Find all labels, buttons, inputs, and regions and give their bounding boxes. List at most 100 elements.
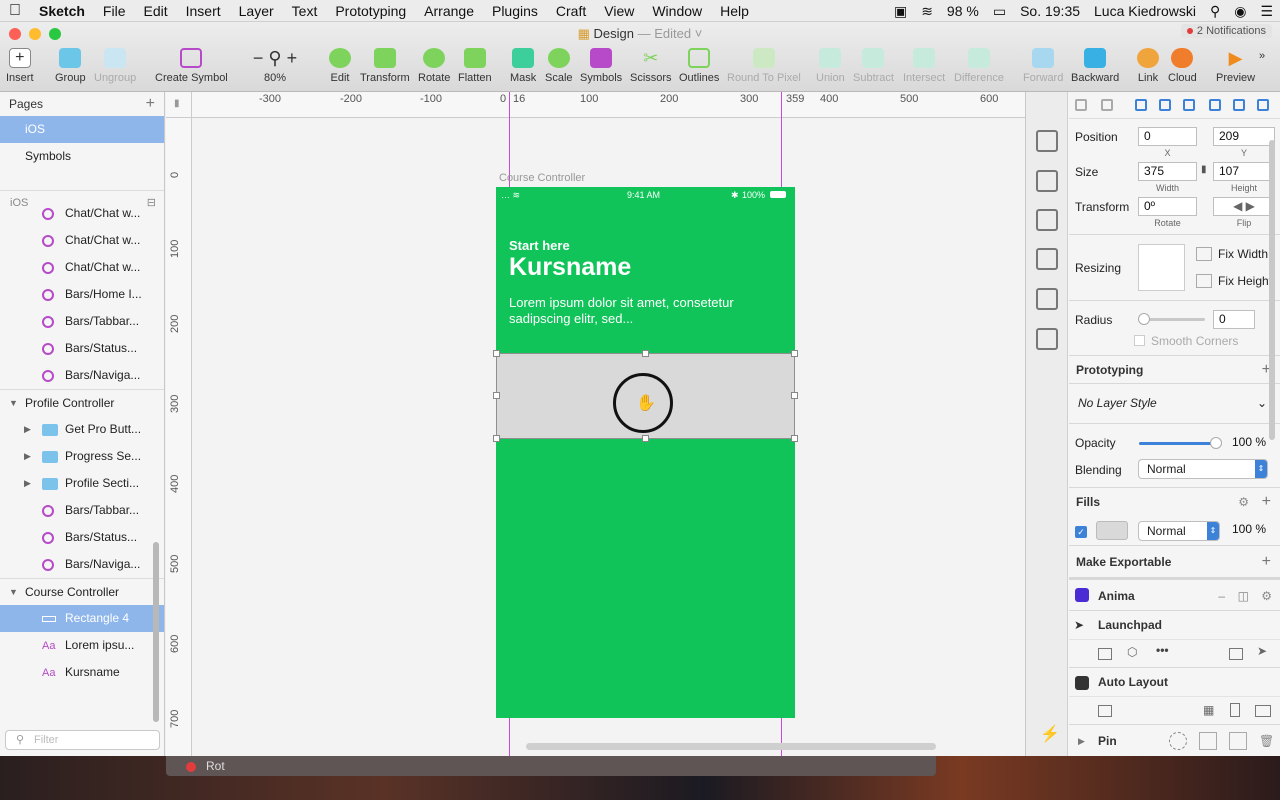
layer-item[interactable]: ▶ Get Pro Butt...: [0, 416, 164, 443]
resize-handle-br[interactable]: [791, 435, 798, 442]
pen-icon[interactable]: [1036, 288, 1058, 310]
lock-icon[interactable]: ▮: [174, 98, 180, 109]
layer-artboard[interactable]: ▼ Course Controller: [0, 578, 164, 605]
battery-icon[interactable]: ▭: [986, 3, 1013, 20]
align-middle-icon[interactable]: [1233, 99, 1245, 111]
share-icon[interactable]: [1036, 130, 1058, 152]
menu-window[interactable]: Window: [643, 3, 711, 19]
layer-item[interactable]: Aa Kursname: [0, 659, 164, 686]
resize-handle-tc[interactable]: [642, 350, 649, 357]
flip-buttons[interactable]: ◀ ▶: [1213, 197, 1275, 216]
inspector-scrollbar[interactable]: [1269, 140, 1275, 440]
siri-icon[interactable]: ◉: [1227, 3, 1253, 20]
cloud-button[interactable]: Cloud: [1168, 46, 1197, 84]
make-exportable-header[interactable]: Make Exportable +: [1069, 545, 1280, 577]
layer-artboard[interactable]: ▼ Profile Controller: [0, 389, 164, 416]
scissors-button[interactable]: ✂ Scissors: [630, 46, 672, 84]
width-input[interactable]: 375: [1138, 162, 1197, 181]
align-center-icon[interactable]: [1159, 99, 1171, 111]
outlines-button[interactable]: Outlines: [679, 46, 719, 84]
pin-horizontal-icon[interactable]: [1229, 732, 1247, 750]
radius-input[interactable]: 0: [1213, 310, 1255, 329]
menu-text[interactable]: Text: [283, 3, 327, 19]
launchpad-rocket-icon[interactable]: ➤: [1257, 644, 1267, 658]
notifications-badge[interactable]: 2 Notifications: [1180, 24, 1272, 38]
image-icon[interactable]: [1036, 328, 1058, 350]
horizontal-scrollbar[interactable]: [526, 743, 936, 750]
blending-select[interactable]: Normal ⇕: [1138, 459, 1268, 479]
menu-app-name[interactable]: Sketch: [30, 3, 94, 19]
menu-edit[interactable]: Edit: [134, 3, 176, 19]
fill-blend-select[interactable]: Normal ⇕: [1138, 521, 1220, 541]
stack-icon[interactable]: [1036, 170, 1058, 192]
layer-item[interactable]: ▶ Profile Secti...: [0, 470, 164, 497]
fix-height-icon[interactable]: [1196, 274, 1212, 288]
layer-scrollbar[interactable]: [153, 542, 159, 722]
backward-button[interactable]: Backward: [1071, 46, 1119, 84]
layer-item[interactable]: Chat/Chat w...: [0, 227, 164, 254]
lightning-icon[interactable]: ⚡: [1040, 724, 1060, 744]
fill-opacity-input[interactable]: 100 %: [1227, 521, 1269, 540]
symbols-button[interactable]: Symbols: [580, 46, 622, 84]
menu-arrange[interactable]: Arrange: [415, 3, 483, 19]
align-right-icon[interactable]: [1183, 99, 1195, 111]
menu-plugins[interactable]: Plugins: [483, 3, 547, 19]
lock-ratio-icon[interactable]: ▮: [1201, 164, 1207, 175]
subtract-button[interactable]: Subtract: [853, 46, 894, 84]
artboard-course-controller[interactable]: … ≋ 9:41 AM ✱ 100% Start here Kursname L…: [496, 187, 795, 718]
preview-button[interactable]: ▶ Preview: [1216, 46, 1255, 84]
launchpad-more-icon[interactable]: •••: [1156, 643, 1169, 657]
layer-item[interactable]: Aa Lorem ipsu...: [0, 632, 164, 659]
align-left-icon[interactable]: [1135, 99, 1147, 111]
distribute-v-icon[interactable]: [1101, 99, 1113, 111]
difference-button[interactable]: Difference: [954, 46, 1004, 84]
clock[interactable]: So. 19:35: [1013, 3, 1087, 19]
fill-color-swatch[interactable]: [1096, 521, 1128, 540]
layer-item[interactable]: Chat/Chat w...: [0, 200, 164, 227]
resize-handle-ml[interactable]: [493, 392, 500, 399]
pin-all-icon[interactable]: [1169, 732, 1187, 750]
layer-item[interactable]: Bars/Home I...: [0, 281, 164, 308]
autolayout-plugin-header[interactable]: Auto Layout: [1069, 667, 1280, 696]
list-icon[interactable]: [1036, 209, 1058, 231]
zoom-control[interactable]: − ⚲ +80%: [250, 46, 300, 84]
opacity-slider-knob[interactable]: [1210, 437, 1222, 449]
menu-prototyping[interactable]: Prototyping: [326, 3, 415, 19]
autolayout-desktop-icon[interactable]: [1255, 705, 1271, 717]
spotlight-icon[interactable]: ⚲: [1203, 3, 1227, 20]
document-name[interactable]: Design: [594, 26, 634, 41]
pin-section[interactable]: ▶ Pin 🗑: [1069, 724, 1280, 756]
kursname-text[interactable]: Kursname: [509, 253, 631, 282]
disclosure-open-icon[interactable]: ▼: [9, 390, 18, 416]
opacity-slider[interactable]: [1139, 442, 1216, 445]
trash-icon[interactable]: 🗑: [1259, 725, 1274, 756]
align-top-icon[interactable]: [1209, 99, 1221, 111]
anima-plugin-header[interactable]: Anima – ◫ ⚙: [1069, 577, 1280, 610]
radius-slider-knob[interactable]: [1138, 313, 1150, 325]
launchpad-cube-icon[interactable]: ⬡: [1127, 645, 1137, 659]
launchpad-window-icon[interactable]: [1229, 648, 1243, 660]
radius-slider[interactable]: [1141, 318, 1205, 321]
apple-icon[interactable]: : [0, 2, 30, 20]
autolayout-tablet-icon[interactable]: [1230, 703, 1240, 717]
start-here-text[interactable]: Start here: [509, 238, 570, 253]
opacity-input[interactable]: 100 %: [1227, 434, 1269, 453]
union-button[interactable]: Union: [816, 46, 845, 84]
edit-button[interactable]: Edit: [329, 46, 351, 84]
rotate-button[interactable]: Rotate: [418, 46, 450, 84]
launchpad-plugin-header[interactable]: ➤ Launchpad: [1069, 610, 1280, 639]
canvas[interactable]: ▮ -300 -200 -100 0 16 100 200 300 359 400 500 600 0…: [166, 92, 1025, 756]
anima-gear-icon[interactable]: ⚙: [1261, 580, 1272, 613]
round-to-pixel-button[interactable]: Round To Pixel: [727, 46, 801, 84]
launchpad-link-icon[interactable]: [1098, 648, 1112, 660]
layer-item[interactable]: Bars/Tabbar...: [0, 308, 164, 335]
disclosure-closed-icon[interactable]: ▶: [24, 470, 31, 497]
flatten-button[interactable]: Flatten: [458, 46, 492, 84]
autolayout-grid-icon[interactable]: ▦: [1203, 703, 1214, 717]
lorem-ipsum-text[interactable]: Lorem ipsum dolor sit amet, consetetur s…: [509, 295, 779, 327]
insert-button[interactable]: + Insert: [6, 46, 34, 84]
rotate-input[interactable]: 0º: [1138, 197, 1197, 216]
horizontal-ruler[interactable]: -300 -200 -100 0 16 100 200 300 359 400 500 600: [192, 92, 1025, 118]
layer-item[interactable]: Bars/Naviga...: [0, 551, 164, 578]
resize-handle-mr[interactable]: [791, 392, 798, 399]
